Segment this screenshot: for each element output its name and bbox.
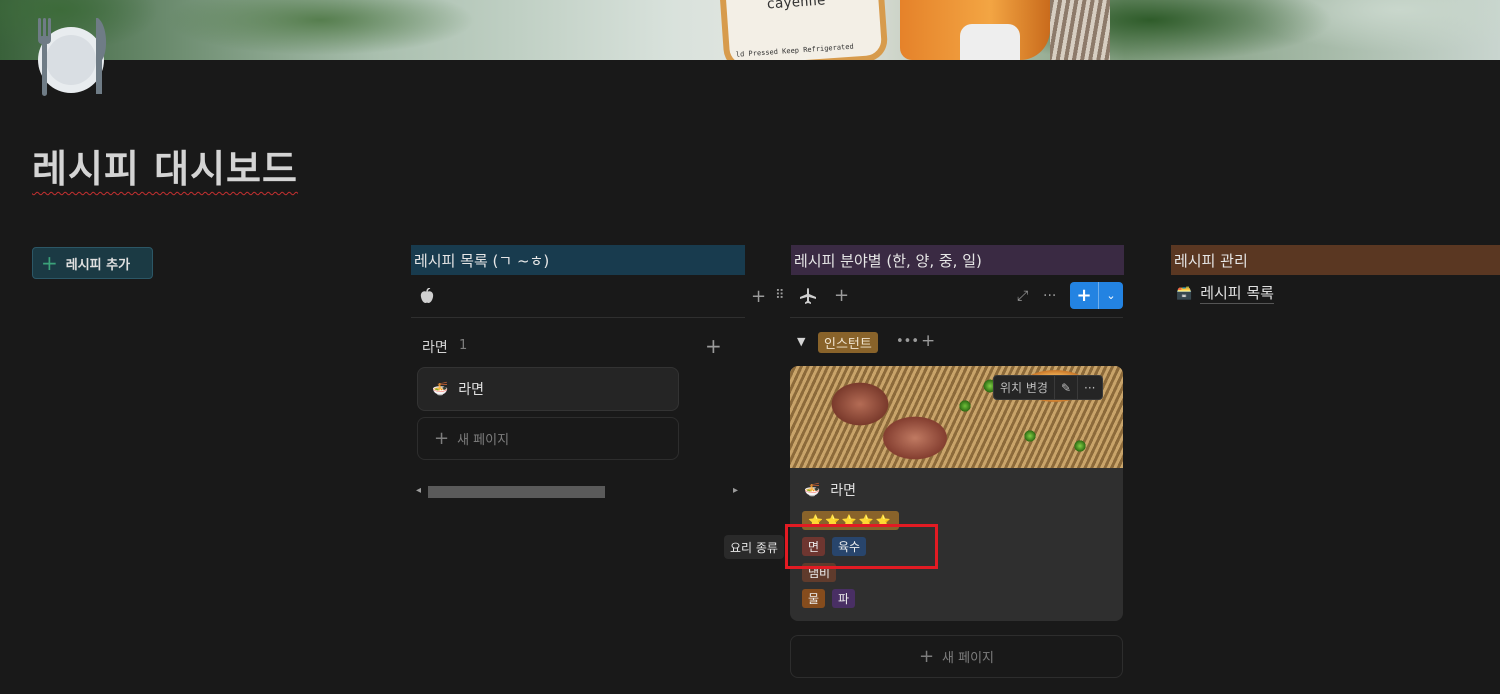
add-recipe-button[interactable]: + 레시피 추가 [32,247,153,279]
collapse-triangle-icon[interactable]: ▼ [797,336,805,347]
new-page-label: 새 페이지 [457,433,510,448]
plus-icon: + [918,646,935,667]
recipe-list-header: 레시피 목록 (ㄱ ~ㅎ) [411,245,745,275]
recipe-management-header-text: 레시피 관리 [1174,251,1248,270]
page-title[interactable]: 레시피 대시보드 [32,138,298,193]
card-title: 라면 [458,382,484,398]
group-more-icon[interactable]: ••• [896,335,919,348]
recipe-list-link-label: 레시피 목록 [1200,284,1274,304]
group-count: 1 [459,338,468,353]
chevron-down-icon[interactable]: ⌄ [1099,289,1123,302]
airplane-icon[interactable] [799,288,817,304]
more-options-icon[interactable]: ··· [1078,375,1101,400]
group-add-plus-icon[interactable]: + [705,336,722,356]
drag-handle-icon[interactable]: ⠿ [775,289,785,302]
fork-knife-plate-icon[interactable] [32,16,110,96]
bottle-text: cayenne [765,0,826,13]
group-tag-instant[interactable]: 인스턴트 [818,332,878,353]
ramen-emoji-icon: 🍜 [804,482,821,498]
new-page-label: 새 페이지 [942,651,995,666]
bottle-label: cayenne ld Pressed Keep Refrigerated [725,0,883,60]
recipe-list-header-text: 레시피 목록 (ㄱ ~ㅎ) [414,251,550,270]
card-file-box-icon: 🗃️ [1176,285,1193,301]
add-view-plus-icon[interactable]: + [751,288,766,306]
expand-icon[interactable]: ⤢ [1017,289,1028,303]
new-page-button[interactable]: + 새 페이지 [417,417,679,460]
property-tooltip: 요리 종류 [724,535,784,559]
recipe-category-header: 레시피 분야별 (한, 양, 중, 일) [791,245,1124,275]
recipe-management-header: 레시피 관리 [1171,245,1500,275]
apple-icon[interactable] [420,288,434,304]
divider [790,317,1123,318]
plus-icon: + [41,251,58,275]
tag-green-onion: 파 [832,589,856,608]
group-label-ramen[interactable]: 라면 [422,337,448,357]
highlight-annotation-box [785,524,938,569]
plus-icon: + [434,428,450,449]
orange-bottle [900,0,1050,60]
group-add-plus-icon[interactable]: + [921,333,935,350]
recipe-category-header-text: 레시피 분야별 (한, 양, 중, 일) [794,251,982,270]
card-actions-bar: 위치 변경 ✎ ··· [993,375,1103,400]
recipe-list-link[interactable]: 🗃️ 레시피 목록 [1176,282,1274,304]
new-page-button[interactable]: + 새 페이지 [790,635,1123,678]
card-title: 라면 [830,483,856,499]
tag-water: 물 [802,589,826,608]
edit-pencil-icon[interactable]: ✎ [1055,375,1079,400]
cover-image[interactable]: cayenne ld Pressed Keep Refrigerated [0,0,1500,60]
striped-cloth [1050,0,1110,60]
horizontal-scrollbar[interactable] [428,486,605,498]
recipe-card-ramen[interactable]: 🍜 라면 [417,367,679,411]
add-view-plus-icon[interactable]: + [834,287,849,305]
more-options-icon[interactable]: ··· [1043,289,1056,303]
new-item-button[interactable]: + ⌄ [1070,282,1123,309]
group-tag-label: 인스턴트 [824,337,872,352]
ramen-emoji-icon: 🍜 [432,381,449,397]
scroll-left-icon[interactable]: ◂ [416,486,421,496]
divider [411,317,745,318]
scroll-right-icon[interactable]: ▸ [733,486,738,496]
plus-icon: + [1076,285,1092,306]
move-button[interactable]: 위치 변경 [994,375,1055,400]
card-title-row[interactable]: 🍜 라면 [804,480,856,500]
bottle-small-text: ld Pressed Keep Refrigerated [735,42,854,59]
add-recipe-label: 레시피 추가 [65,257,131,273]
